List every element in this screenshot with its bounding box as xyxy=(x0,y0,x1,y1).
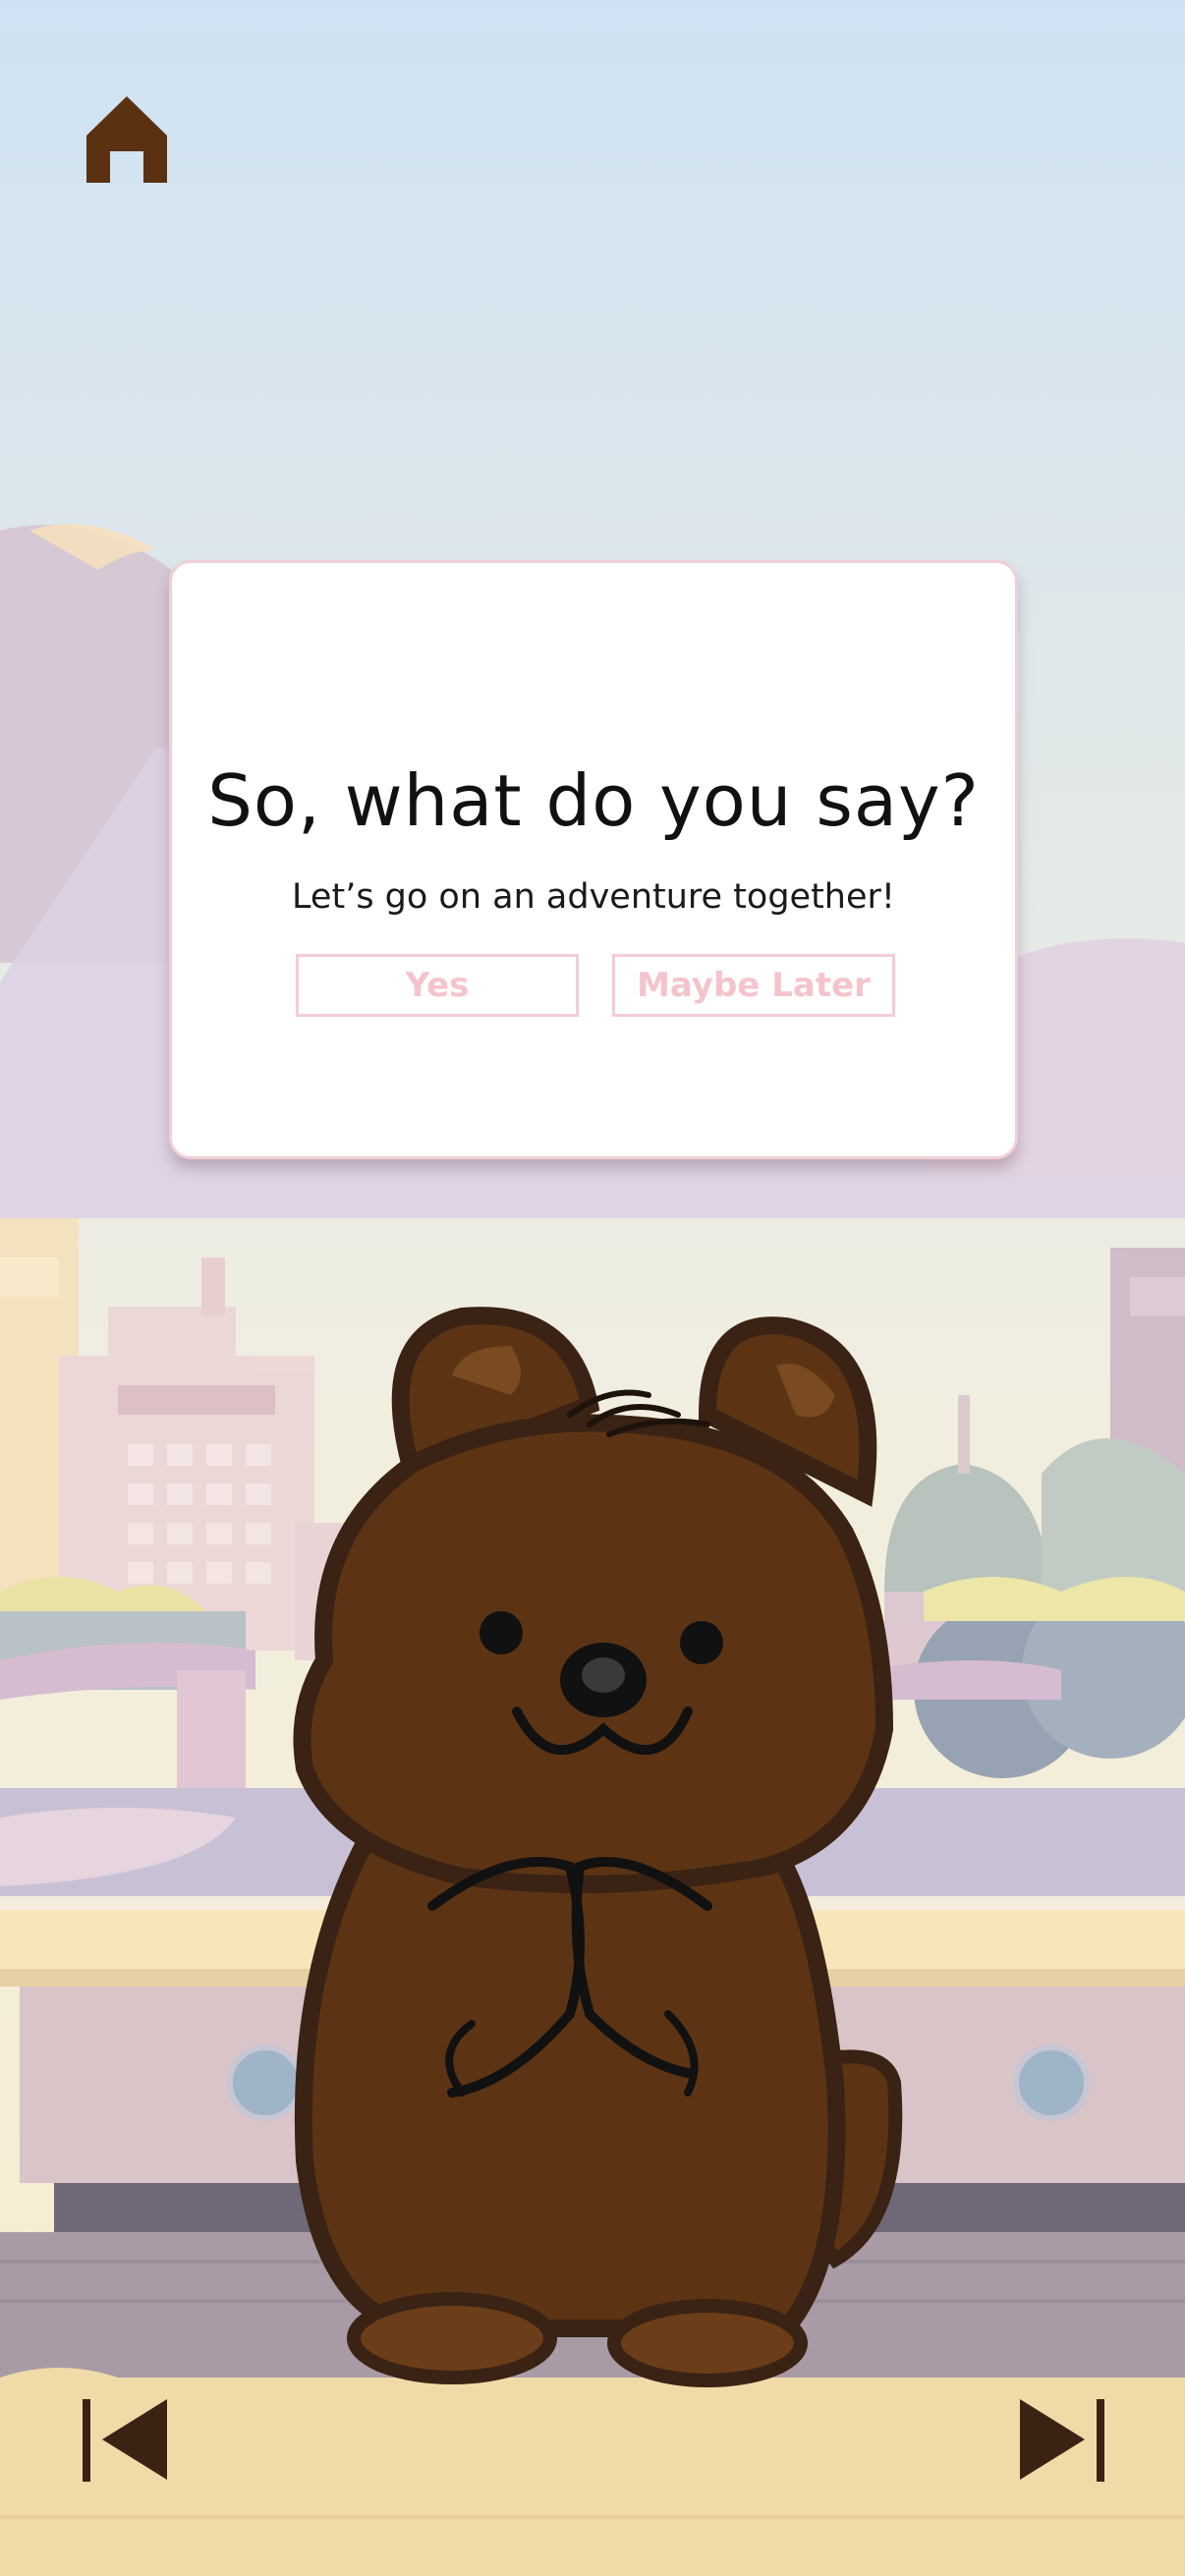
dialog-title: So, what do you say? xyxy=(207,759,980,842)
home-button[interactable] xyxy=(83,92,171,189)
skip-next-icon xyxy=(1020,2399,1104,2482)
quokka-character xyxy=(293,1307,903,2387)
adventure-dialog: So, what do you say? Let’s go on an adve… xyxy=(169,560,1018,1159)
skip-previous-icon xyxy=(83,2399,167,2482)
yes-button[interactable]: Yes xyxy=(296,954,579,1017)
next-button[interactable] xyxy=(1012,2393,1106,2486)
bridge-pillar xyxy=(177,1670,246,1788)
home-icon xyxy=(86,96,167,183)
ground xyxy=(0,2378,1185,2576)
maybe-later-button[interactable]: Maybe Later xyxy=(612,954,895,1017)
background-scene xyxy=(0,0,1185,2576)
previous-button[interactable] xyxy=(81,2393,175,2486)
dialog-subtitle: Let’s go on an adventure together! xyxy=(292,877,895,917)
bridge-right xyxy=(865,1660,1061,1700)
